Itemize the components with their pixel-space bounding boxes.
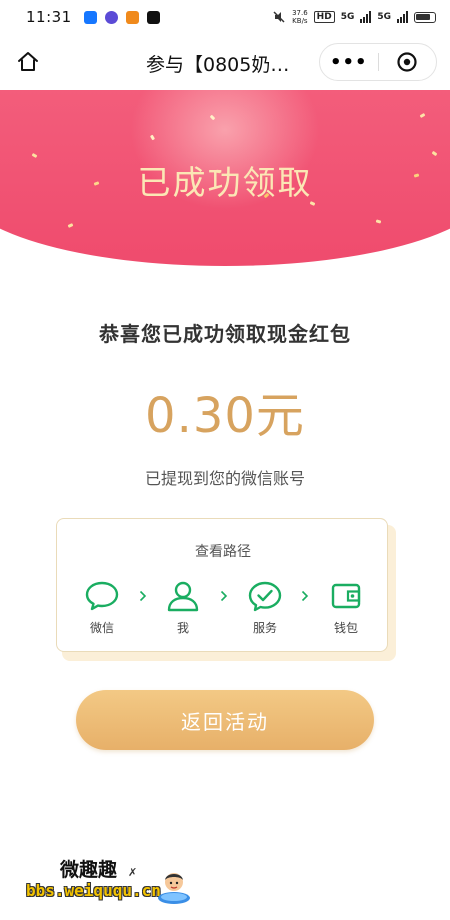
path-step-label: 我 [176, 621, 189, 635]
withdrawn-note: 已提现到您的微信账号 [144, 469, 305, 488]
path-card-title: 查看路径 [195, 544, 251, 560]
more-button[interactable]: ••• [320, 44, 378, 80]
path-step-services: 服务 [235, 579, 295, 636]
confetti [375, 219, 382, 224]
network-type-1: 5G [340, 12, 355, 22]
mute-icon [273, 11, 285, 23]
status-time: 11:31 [26, 8, 72, 26]
path-step-wallet: 钱包 [316, 579, 376, 636]
check-bubble-icon [248, 581, 282, 612]
signal-icon-2 [397, 11, 408, 23]
hd-badge: HD [313, 11, 335, 23]
back-to-activity-button[interactable]: 返回活动 [76, 690, 374, 750]
chevron-right-icon [218, 589, 230, 603]
path-step-wechat: 微信 [72, 579, 132, 636]
confetti [67, 223, 74, 228]
watermark-title: 微趣趣 [60, 859, 118, 881]
watermark-url: bbs.weiququ.cn [26, 881, 161, 900]
chevron-right-icon [299, 589, 311, 603]
alipay-notification-icon [83, 10, 97, 24]
status-right: 37.6 KB/s HD 5G 5G [272, 9, 436, 25]
path-step-label: 微信 [89, 621, 114, 635]
chevron-right-icon [137, 589, 149, 603]
network-type-2: 5G [377, 12, 391, 22]
path-card: 查看路径 微信 我 服务 钱包 [56, 518, 388, 652]
page-title: 参与【0805奶… [146, 54, 290, 76]
tiktok-notification-icon [146, 10, 160, 24]
wallet-icon [331, 583, 361, 609]
path-step-label: 服务 [252, 621, 277, 635]
watermark-sparkle-icon: ✗ [128, 866, 138, 879]
chat-bubble-icon [85, 581, 119, 611]
congrats-text: 恭喜您已成功领取现金红包 [99, 322, 351, 346]
game-notification-icon [125, 10, 139, 24]
path-step-me: 我 [153, 579, 213, 636]
close-button[interactable] [378, 44, 436, 80]
amount-value: 0.30元 [145, 388, 305, 444]
confetti [419, 112, 426, 119]
home-button[interactable] [14, 48, 42, 76]
net-speed-unit: KB/s [292, 17, 308, 25]
notification-icons [83, 10, 160, 24]
person-icon [167, 581, 199, 612]
home-icon [18, 52, 38, 71]
net-speed: 37.6 KB/s [292, 9, 308, 25]
path-step-label: 钱包 [333, 621, 358, 635]
net-speed-value: 37.6 [292, 9, 308, 17]
app-notification-icon [104, 10, 118, 24]
nav-bar: 参与【0805奶… ••• [0, 34, 450, 90]
watermark-mascot-icon [158, 873, 190, 904]
target-close-icon [397, 52, 417, 72]
banner-title: 已成功领取 [137, 163, 313, 202]
miniprogram-capsule: ••• [319, 43, 437, 81]
signal-icon [360, 11, 372, 23]
page: 11:31 37.6 KB/s HD 5G 5G 参与【0805奶… ••• 已… [0, 0, 450, 920]
battery-icon [414, 11, 436, 23]
status-bar: 11:31 37.6 KB/s HD 5G 5G [0, 0, 450, 34]
